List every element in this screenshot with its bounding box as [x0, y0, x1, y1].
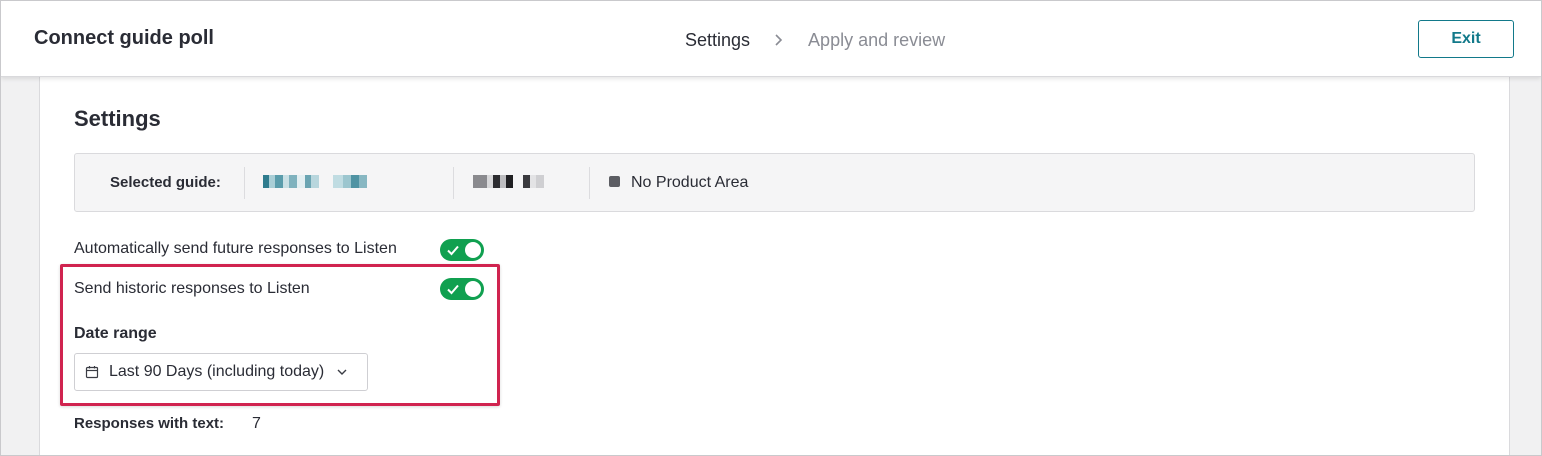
selected-guide-panel: Selected guide: No Product Area	[74, 153, 1475, 212]
step-settings[interactable]: Settings	[685, 30, 750, 51]
product-area-swatch	[609, 176, 620, 187]
selected-guide-label: Selected guide:	[110, 174, 221, 191]
product-area-label: No Product Area	[631, 174, 749, 191]
redacted-guide-meta	[473, 175, 544, 188]
wizard-steps: Settings Apply and review	[685, 29, 945, 51]
exit-button[interactable]: Exit	[1418, 20, 1514, 58]
chevron-right-icon	[770, 31, 788, 49]
auto-send-label: Automatically send future responses to L…	[74, 240, 397, 257]
settings-heading: Settings	[74, 106, 161, 131]
auto-send-toggle[interactable]	[440, 239, 484, 261]
toggle-knob	[465, 242, 481, 258]
step-apply-and-review[interactable]: Apply and review	[808, 30, 945, 51]
app-window: Connect guide poll Settings Apply and re…	[0, 0, 1542, 456]
redacted-guide-name	[263, 175, 367, 188]
divider	[589, 167, 590, 199]
responses-with-text-value: 7	[252, 415, 261, 432]
responses-with-text-label: Responses with text:	[74, 415, 225, 432]
page-title: Connect guide poll	[34, 27, 214, 49]
check-icon	[447, 245, 459, 256]
divider	[453, 167, 454, 199]
highlight-box	[60, 264, 500, 406]
divider	[244, 167, 245, 199]
top-header: Connect guide poll Settings Apply and re…	[1, 1, 1541, 77]
